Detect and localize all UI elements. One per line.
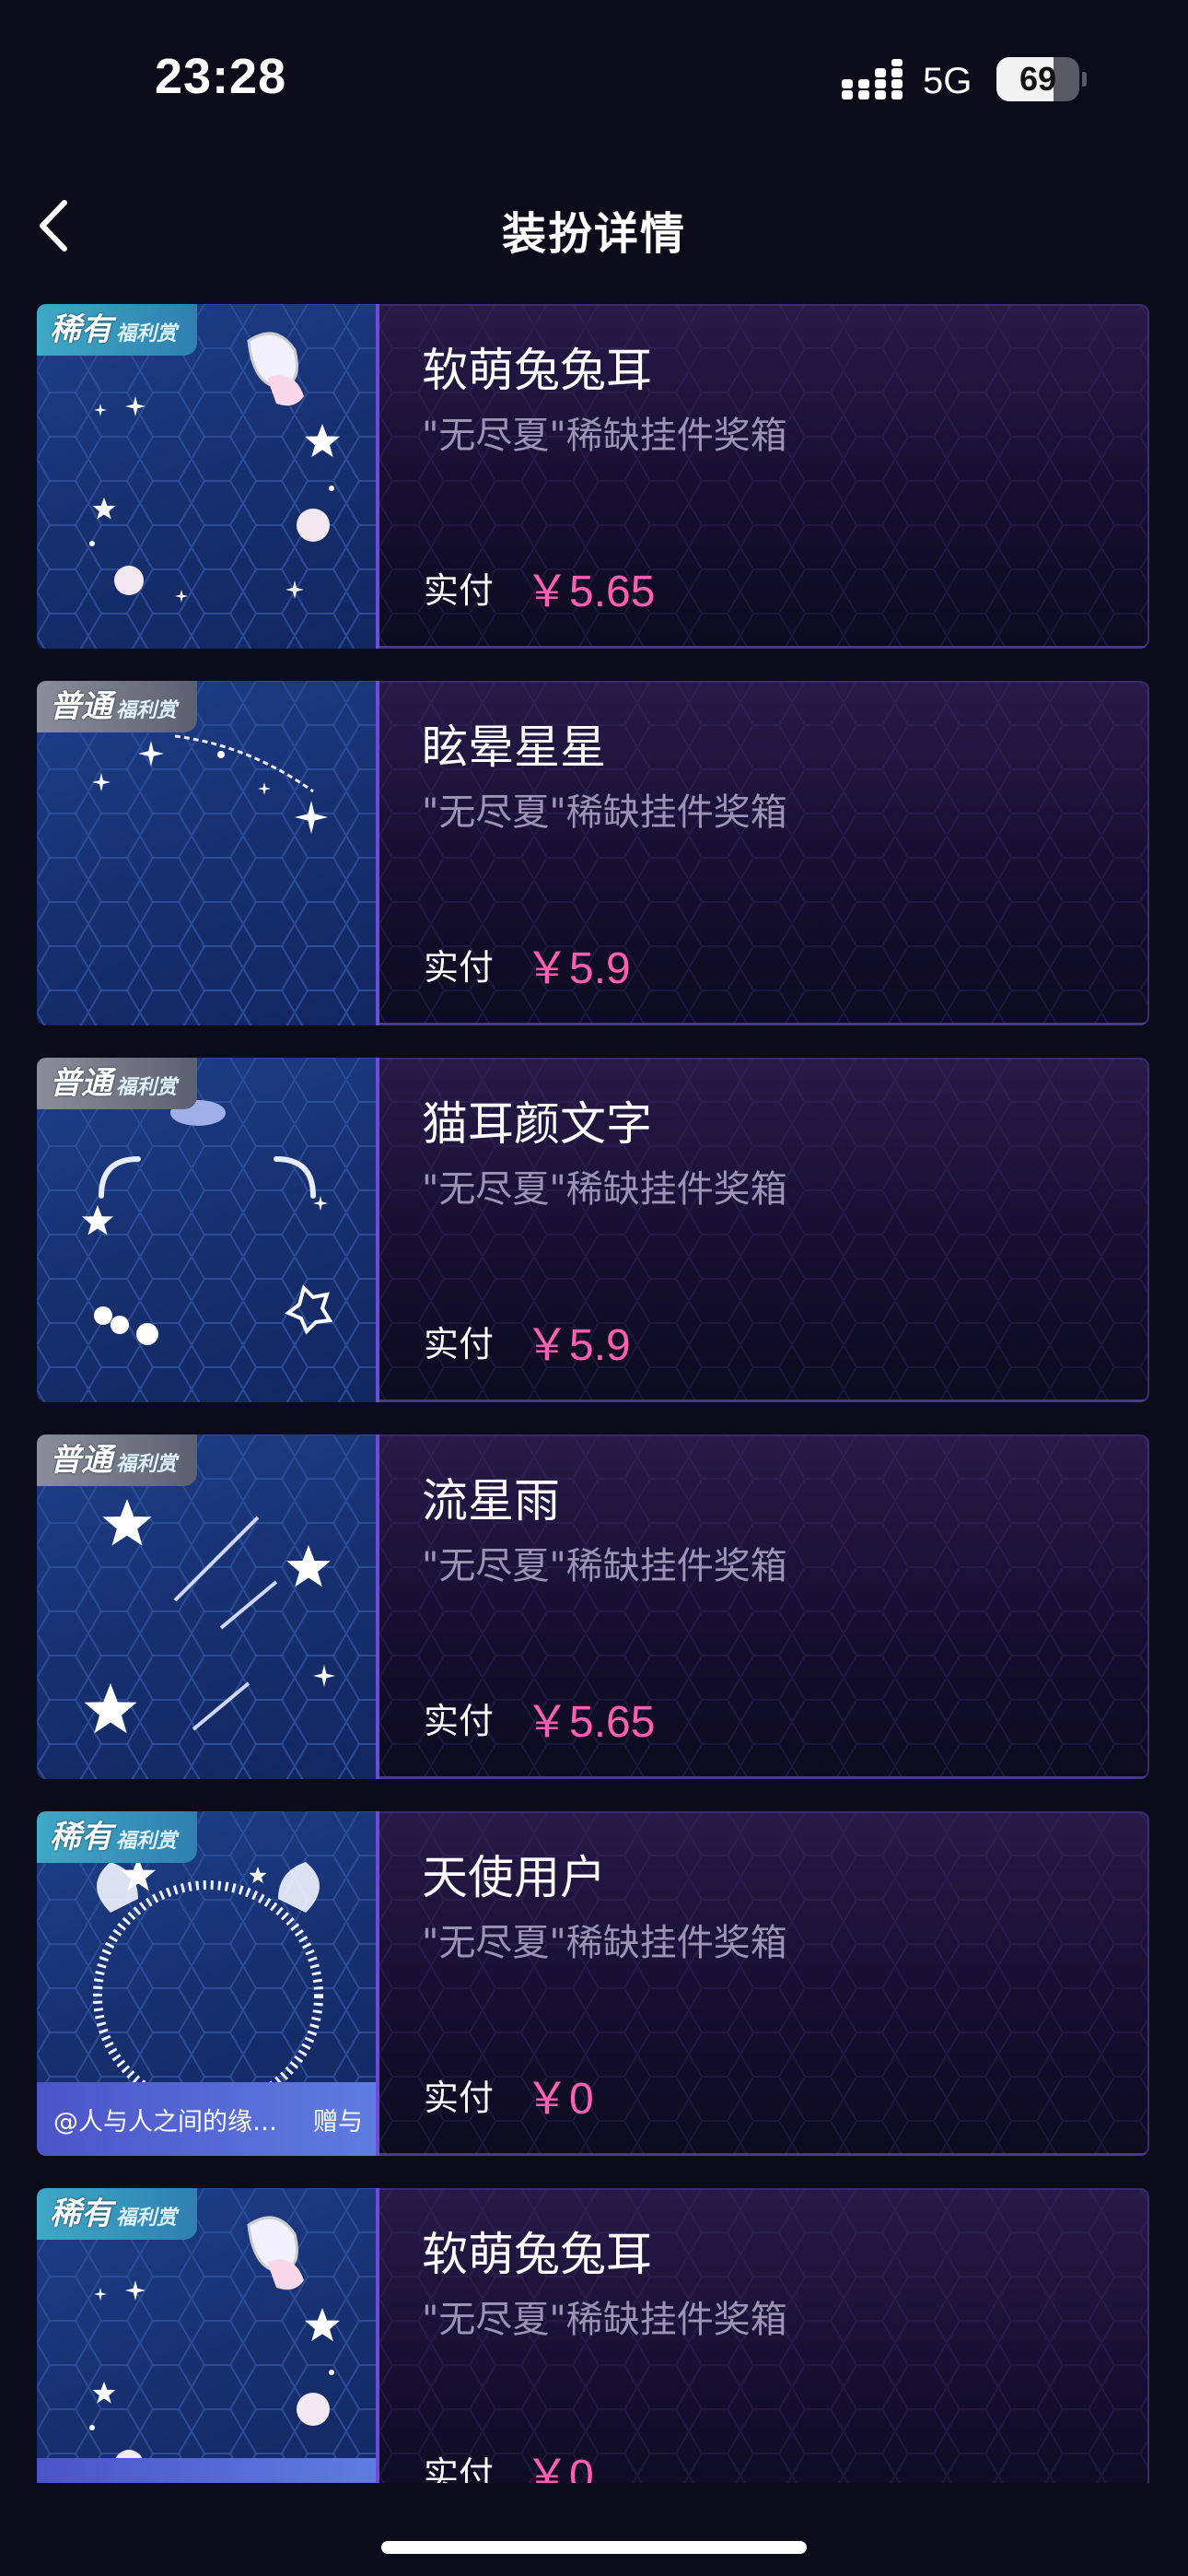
nav-bar: 装扮详情 — [0, 175, 1188, 276]
rarity-badge: 普通 福利赏 — [37, 1058, 198, 1109]
rarity-badge: 稀有 福利赏 — [37, 1811, 198, 1863]
status-bar: 23:28 5G 69 — [0, 0, 1188, 157]
gift-label: 赠与 — [313, 2107, 363, 2137]
item-source: "无尽夏"稀缺挂件奖箱 — [422, 1168, 787, 1211]
price-value: ￥5.65 — [525, 1698, 656, 1747]
price-label: 实付 — [424, 947, 495, 988]
gift-sender-bar[interactable]: @人与人之间的缘… 赠与 — [37, 2082, 376, 2156]
item-thumbnail: 普通 福利赏 — [37, 681, 379, 1025]
item-thumbnail: 普通 福利赏 — [37, 1434, 379, 1779]
item-source: "无尽夏"稀缺挂件奖箱 — [422, 2299, 787, 2341]
item-thumbnail: 稀有 福利赏 @人与人之间的缘… 赠与 — [37, 1811, 379, 2156]
signal-strength-icon — [842, 59, 903, 100]
price-label: 实付 — [424, 2078, 495, 2118]
item-name: 天使用户 — [422, 1851, 606, 1904]
price-value: ￥0 — [525, 2075, 594, 2124]
battery-icon: 69 — [996, 57, 1087, 101]
gift-sender: @人与人之间的缘… — [53, 2107, 277, 2137]
price-label: 实付 — [424, 570, 495, 611]
item-list[interactable]: 稀有 福利赏 软萌兔兔耳 "无尽夏"稀缺挂件奖箱 实付 ￥5.65 普通 福利赏… — [37, 304, 1149, 2483]
price-label: 实付 — [424, 1324, 495, 1364]
price-value: ￥5.9 — [525, 1321, 631, 1370]
home-indicator[interactable] — [381, 2541, 807, 2554]
item-thumbnail: 稀有 福利赏 — [37, 304, 379, 649]
status-time: 23:28 — [155, 49, 287, 104]
item-name: 眩晕星星 — [422, 720, 606, 774]
item-card[interactable]: 普通 福利赏 流星雨 "无尽夏"稀缺挂件奖箱 实付 ￥5.65 — [37, 1434, 1149, 1779]
rarity-badge: 稀有 福利赏 — [37, 2188, 198, 2240]
item-thumbnail: 稀有 福利赏 — [37, 2188, 379, 2483]
price-value: ￥5.65 — [525, 568, 656, 616]
rarity-badge: 普通 福利赏 — [37, 681, 198, 732]
gift-sender-bar — [37, 2458, 376, 2483]
price-value: ￥0 — [525, 2452, 594, 2483]
price-label: 实付 — [424, 2454, 495, 2483]
item-name: 流星雨 — [422, 1474, 560, 1528]
item-name: 猫耳颜文字 — [422, 1097, 652, 1151]
item-source: "无尽夏"稀缺挂件奖箱 — [422, 415, 787, 457]
item-card[interactable]: 稀有 福利赏 软萌兔兔耳 "无尽夏"稀缺挂件奖箱 实付 ￥5.65 — [37, 304, 1149, 649]
item-source: "无尽夏"稀缺挂件奖箱 — [422, 791, 787, 834]
rarity-badge: 稀有 福利赏 — [37, 304, 198, 356]
item-name: 软萌兔兔耳 — [422, 2228, 652, 2281]
page-title: 装扮详情 — [501, 208, 686, 260]
item-source: "无尽夏"稀缺挂件奖箱 — [422, 1922, 787, 1964]
price-label: 实付 — [424, 1701, 495, 1741]
network-type: 5G — [923, 61, 973, 101]
item-card[interactable]: 稀有 福利赏 @人与人之间的缘… 赠与 天使用户 "无尽夏"稀缺挂件奖箱 实付 … — [37, 1811, 1149, 2156]
item-name: 软萌兔兔耳 — [422, 344, 652, 397]
item-card[interactable]: 普通 福利赏 猫耳颜文字 "无尽夏"稀缺挂件奖箱 实付 ￥5.9 — [37, 1058, 1149, 1402]
rarity-badge: 普通 福利赏 — [37, 1434, 198, 1486]
item-source: "无尽夏"稀缺挂件奖箱 — [422, 1545, 787, 1587]
item-card[interactable]: 普通 福利赏 眩晕星星 "无尽夏"稀缺挂件奖箱 实付 ￥5.9 — [37, 681, 1149, 1025]
battery-level: 69 — [1019, 60, 1057, 98]
price-value: ￥5.9 — [525, 944, 631, 993]
item-card[interactable]: 稀有 福利赏 软萌兔兔耳 "无尽夏"稀缺挂件奖箱 实付 ￥0 — [37, 2188, 1149, 2483]
item-thumbnail: 普通 福利赏 — [37, 1058, 379, 1402]
